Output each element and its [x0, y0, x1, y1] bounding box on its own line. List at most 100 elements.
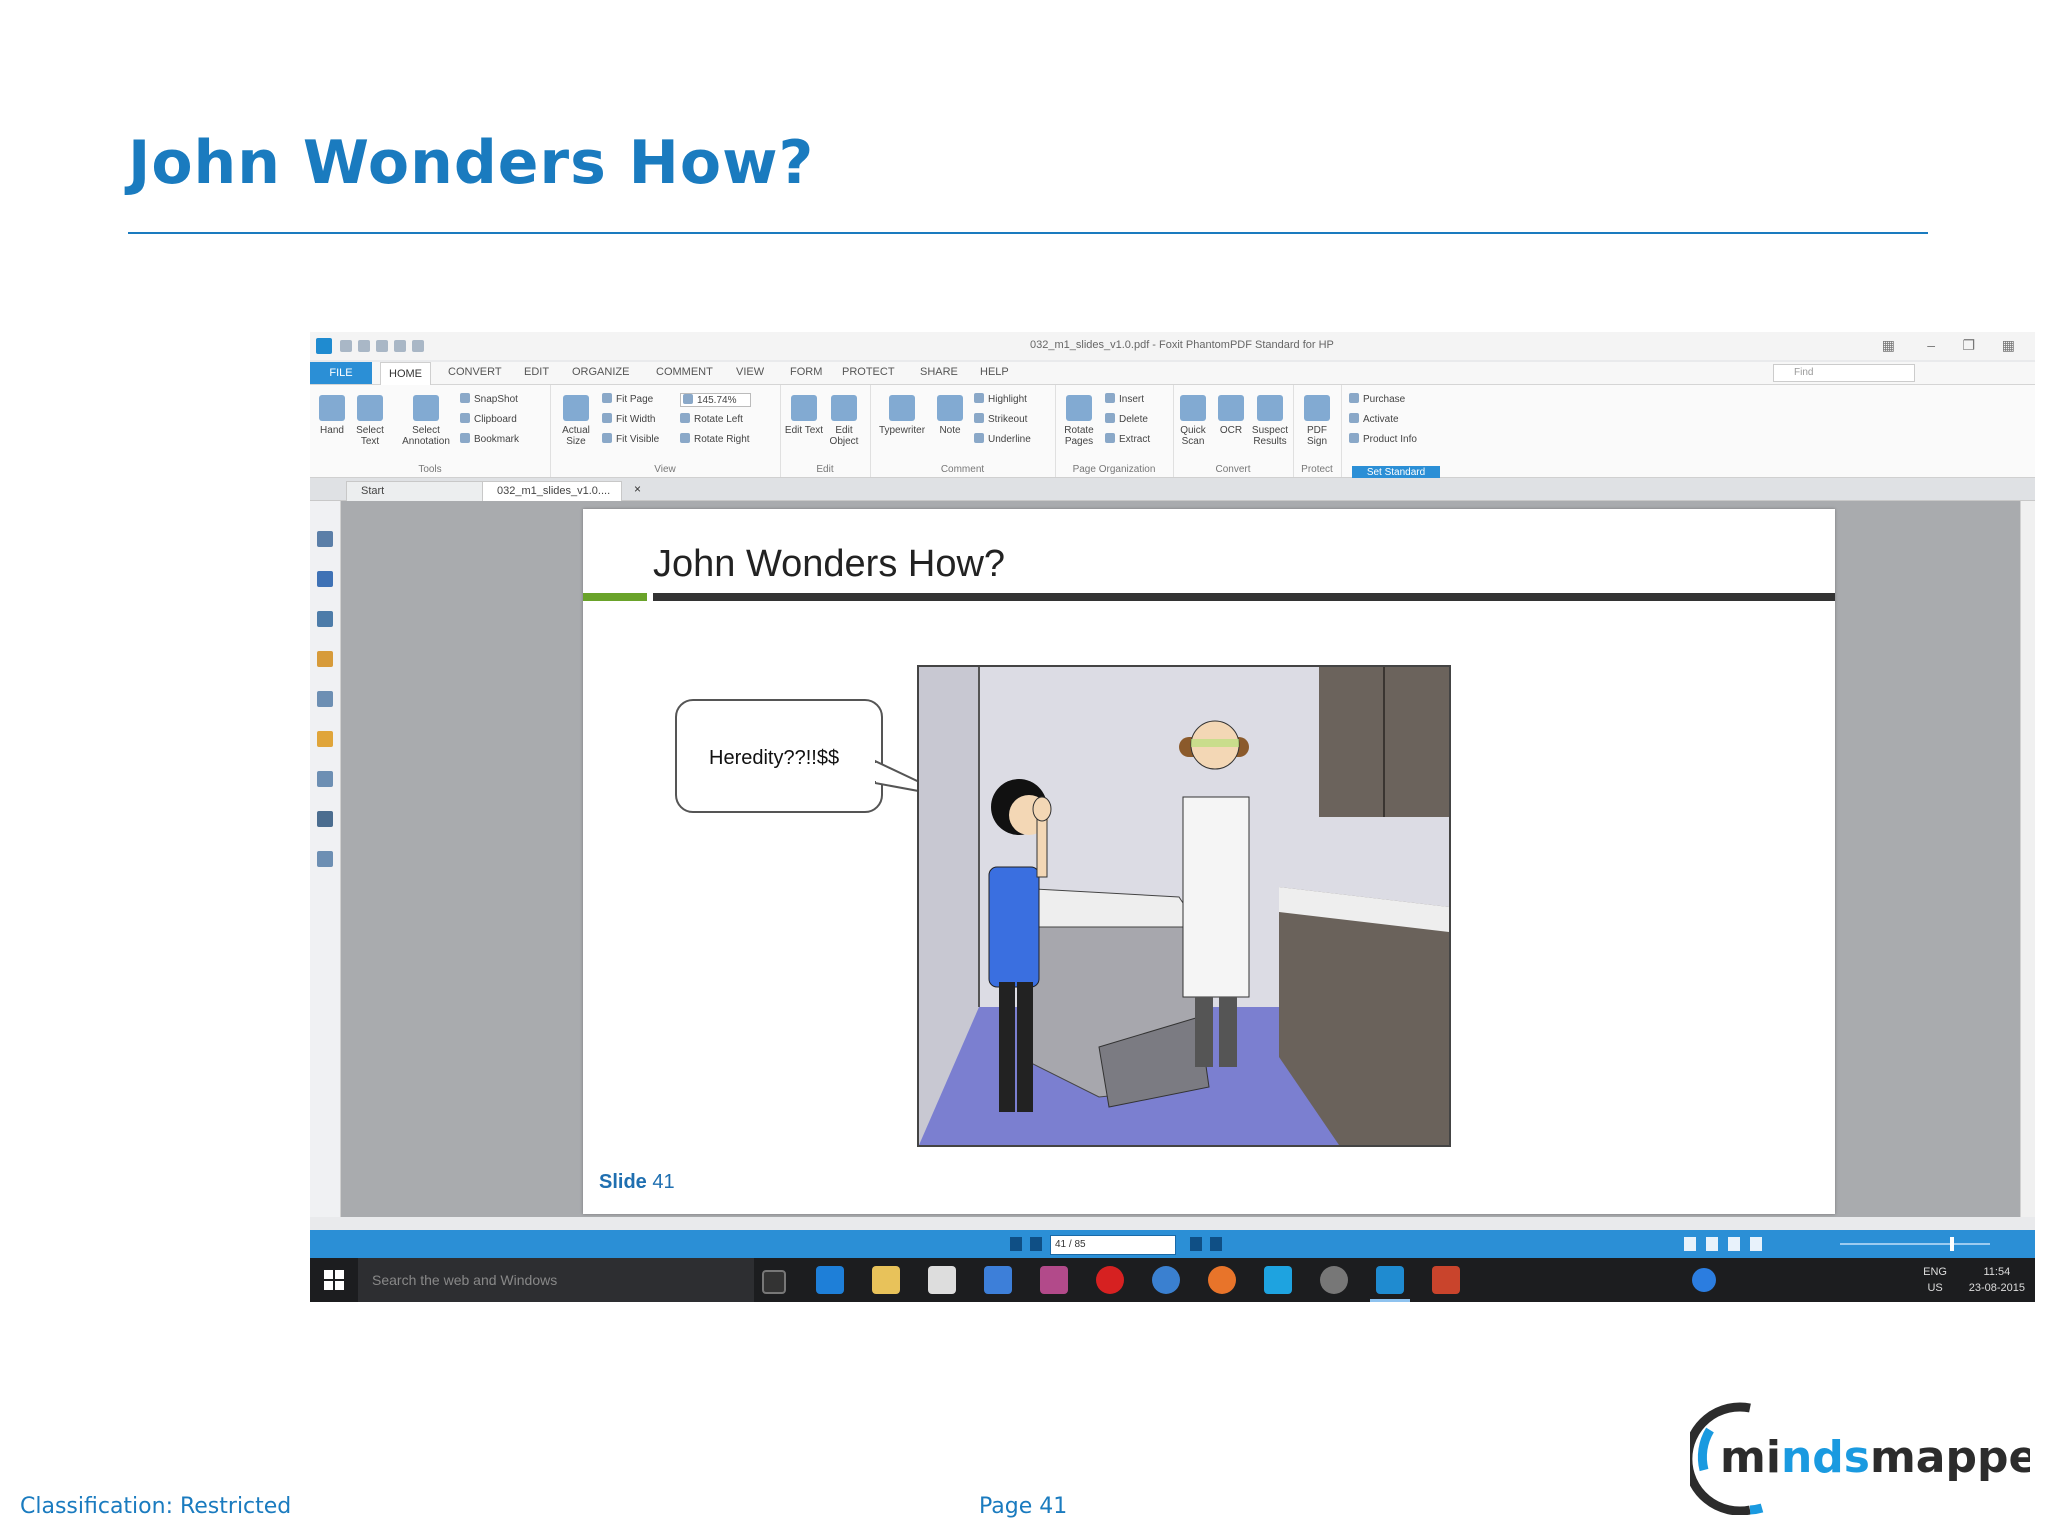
view-caption: View	[654, 464, 676, 475]
note-button[interactable]: Note	[930, 395, 970, 436]
menu-protect[interactable]: PROTECT	[842, 366, 895, 378]
extract-button[interactable]: Extract	[1105, 433, 1150, 445]
tab-start[interactable]: Start	[346, 481, 486, 501]
menu-comment[interactable]: COMMENT	[656, 366, 713, 378]
chrome-icon[interactable]	[1152, 1266, 1180, 1294]
delete-button[interactable]: Delete	[1105, 413, 1148, 425]
hand-button[interactable]: Hand	[312, 395, 352, 436]
pages-icon[interactable]	[317, 531, 333, 547]
foxit-taskbar-icon[interactable]	[1376, 1266, 1404, 1294]
tools-icon[interactable]	[317, 851, 333, 867]
fit-width-button[interactable]: Fit Width	[602, 413, 655, 425]
menu-organize[interactable]: ORGANIZE	[572, 366, 629, 378]
menu-file[interactable]: FILE	[310, 362, 372, 384]
task-view-icon[interactable]	[762, 1270, 786, 1294]
single-page-icon[interactable]	[1684, 1237, 1696, 1251]
language-indicator[interactable]: ENG US	[1923, 1264, 1947, 1296]
bookmarks-icon[interactable]	[317, 571, 333, 587]
purchase-button[interactable]: Purchase	[1349, 393, 1405, 405]
edit-text-button[interactable]: Edit Text	[784, 395, 824, 436]
menu-edit[interactable]: EDIT	[524, 366, 549, 378]
suspect-results-button[interactable]: Suspect Results	[1247, 395, 1293, 447]
next-page-icon[interactable]	[1190, 1237, 1202, 1251]
edge-icon[interactable]	[816, 1266, 844, 1294]
select-text-button[interactable]: Select Text	[350, 395, 390, 447]
page-number-input[interactable]: 41 / 85	[1050, 1235, 1176, 1255]
store-icon[interactable]	[928, 1266, 956, 1294]
previous-page-icon[interactable]	[1030, 1237, 1042, 1251]
restore-icon[interactable]: ❐	[1962, 337, 1975, 354]
insert-button[interactable]: Insert	[1105, 393, 1144, 405]
ribbon-group-view: Actual Size Fit Page Fit Width Fit Visib…	[550, 385, 781, 477]
layout-icon[interactable]: ▦	[1882, 337, 1895, 354]
save-icon[interactable]	[358, 340, 370, 352]
link-icon[interactable]	[317, 691, 333, 707]
document-viewer[interactable]: John Wonders How? Heredity??!!$$ Slide 4…	[341, 501, 2021, 1217]
first-page-icon[interactable]	[1010, 1237, 1022, 1251]
zoom-slider-handle[interactable]	[1950, 1237, 1954, 1251]
tab-document[interactable]: 032_m1_slides_v1.0....	[482, 481, 622, 501]
menu-share[interactable]: SHARE	[920, 366, 958, 378]
ribbon-group-convert: Quick Scan OCR Suspect Results Convert	[1173, 385, 1294, 477]
photos-icon[interactable]	[1040, 1266, 1068, 1294]
continuous-facing-icon[interactable]	[1750, 1237, 1762, 1251]
menu-form[interactable]: FORM	[790, 366, 822, 378]
facing-icon[interactable]	[1728, 1237, 1740, 1251]
windows-start-icon[interactable]	[324, 1270, 344, 1290]
fit-page-button[interactable]: Fit Page	[602, 393, 653, 405]
menu-view[interactable]: VIEW	[736, 366, 764, 378]
activate-button[interactable]: Activate	[1349, 413, 1399, 425]
signature-icon[interactable]	[317, 771, 333, 787]
zoom-select[interactable]: 145.74%	[680, 393, 752, 407]
content-icon[interactable]	[317, 811, 333, 827]
actual-size-button[interactable]: Actual Size	[556, 395, 596, 447]
dropbox-icon[interactable]	[984, 1266, 1012, 1294]
last-page-icon[interactable]	[1210, 1237, 1222, 1251]
open-icon[interactable]	[340, 340, 352, 352]
close-tab-icon[interactable]: ×	[634, 482, 641, 496]
firefox-icon[interactable]	[1208, 1266, 1236, 1294]
snapshot-button[interactable]: SnapShot	[460, 393, 518, 405]
lock-icon[interactable]	[317, 731, 333, 747]
typewriter-button[interactable]: Typewriter	[876, 395, 928, 436]
skype-icon[interactable]	[1264, 1266, 1292, 1294]
edit-object-button[interactable]: Edit Object	[824, 395, 864, 447]
redo-icon[interactable]	[412, 340, 424, 352]
vertical-scrollbar[interactable]	[2020, 501, 2035, 1217]
attachments-icon[interactable]	[317, 651, 333, 667]
rotate-left-button[interactable]: Rotate Left	[680, 413, 743, 425]
menu-convert[interactable]: CONVERT	[448, 366, 502, 378]
comic-illustration	[917, 665, 1451, 1147]
minimize-icon[interactable]: –	[1927, 337, 1935, 353]
help-icon[interactable]	[1692, 1268, 1716, 1292]
taskbar-search[interactable]: Search the web and Windows	[358, 1258, 754, 1302]
underline-button[interactable]: Underline	[974, 433, 1031, 445]
layers-icon[interactable]	[317, 611, 333, 627]
pdf-sign-button[interactable]: PDF Sign	[1297, 395, 1337, 447]
bookmark-button[interactable]: Bookmark	[460, 433, 519, 445]
strikeout-button[interactable]: Strikeout	[974, 413, 1027, 425]
close-icon[interactable]: ▦	[2002, 337, 2015, 354]
opera-icon[interactable]	[1096, 1266, 1124, 1294]
continuous-icon[interactable]	[1706, 1237, 1718, 1251]
undo-icon[interactable]	[394, 340, 406, 352]
settings-icon[interactable]	[1320, 1266, 1348, 1294]
fit-visible-button[interactable]: Fit Visible	[602, 433, 659, 445]
file-explorer-icon[interactable]	[872, 1266, 900, 1294]
zoom-slider[interactable]	[1840, 1243, 1990, 1245]
clipboard-button[interactable]: Clipboard	[460, 413, 517, 425]
ocr-button[interactable]: OCR	[1211, 395, 1251, 436]
rotate-right-button[interactable]: Rotate Right	[680, 433, 750, 445]
menu-help[interactable]: HELP	[980, 366, 1009, 378]
rotate-pages-button[interactable]: Rotate Pages	[1059, 395, 1099, 447]
product-info-button[interactable]: Product Info	[1349, 433, 1417, 445]
find-input[interactable]: Find	[1773, 364, 1915, 382]
highlight-button[interactable]: Highlight	[974, 393, 1027, 405]
print-icon[interactable]	[376, 340, 388, 352]
select-annotation-button[interactable]: Select Annotation	[396, 395, 456, 447]
powerpoint-icon[interactable]	[1432, 1266, 1460, 1294]
taskbar-clock[interactable]: 11:54 23-08-2015	[1969, 1264, 2025, 1296]
quick-scan-button[interactable]: Quick Scan	[1173, 395, 1213, 447]
window-titlebar: 032_m1_slides_v1.0.pdf - Foxit PhantomPD…	[310, 332, 2035, 360]
menu-home[interactable]: HOME	[380, 362, 431, 385]
